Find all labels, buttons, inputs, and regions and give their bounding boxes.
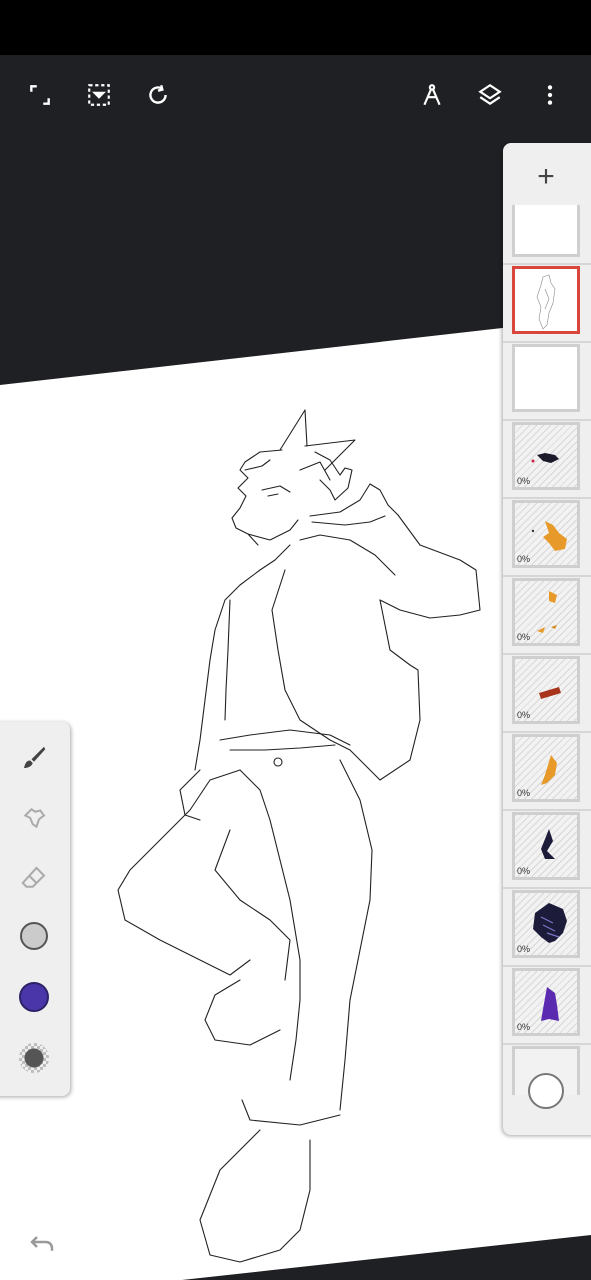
layer-divider: [503, 263, 591, 265]
undo-icon[interactable]: [24, 1224, 60, 1260]
layer-thumbnail[interactable]: [512, 205, 580, 257]
layer-thumbnail[interactable]: 0%: [512, 422, 580, 490]
layer-list[interactable]: 0% 0% 0% 0% 0% 0% 0% 0%: [503, 205, 591, 1095]
layer-divider: [503, 965, 591, 967]
layer-divider: [503, 497, 591, 499]
ruler-compass-icon[interactable]: [412, 75, 452, 115]
layer-opacity-label: 0%: [517, 710, 531, 720]
layer-options-button[interactable]: [528, 1073, 564, 1109]
layer-divider: [503, 731, 591, 733]
layer-divider: [503, 341, 591, 343]
purple-swatch-dot: [19, 982, 49, 1012]
selection-icon[interactable]: [79, 75, 119, 115]
tool-panel: [0, 722, 70, 1096]
layer-divider: [503, 575, 591, 577]
layer-thumbnail[interactable]: 0%: [512, 734, 580, 802]
layers-icon[interactable]: [470, 75, 510, 115]
layer-thumbnail[interactable]: 0%: [512, 656, 580, 724]
top-toolbar: [0, 55, 591, 140]
gray-swatch-dot: [20, 922, 48, 950]
layer-opacity-label: 0%: [517, 1022, 531, 1032]
layer-thumbnail[interactable]: 0%: [512, 578, 580, 646]
brush-icon[interactable]: [14, 738, 54, 778]
layer-divider: [503, 1043, 591, 1045]
layer-opacity-label: 0%: [517, 866, 531, 876]
layer-thumbnail[interactable]: [512, 344, 580, 412]
smudge-icon[interactable]: [14, 798, 54, 838]
layer-thumbnail[interactable]: 0%: [512, 968, 580, 1036]
opacity-swatch-dot: [19, 1043, 49, 1073]
layers-panel: + 0% 0% 0% 0% 0% 0% 0% 0%: [503, 143, 591, 1135]
opacity-swatch[interactable]: [14, 1038, 54, 1078]
secondary-color-swatch[interactable]: [14, 916, 54, 956]
layer-thumbnail[interactable]: 0%: [512, 812, 580, 880]
layer-opacity-label: 0%: [517, 944, 531, 954]
layer-divider: [503, 419, 591, 421]
layer-thumbnail[interactable]: 0%: [512, 500, 580, 568]
more-vert-icon[interactable]: [530, 75, 570, 115]
layer-opacity-label: 0%: [517, 632, 531, 642]
layer-divider: [503, 809, 591, 811]
transform-rotate-icon[interactable]: [138, 75, 178, 115]
primary-color-swatch[interactable]: [14, 977, 54, 1017]
layer-opacity-label: 0%: [517, 788, 531, 798]
layer-divider: [503, 887, 591, 889]
add-layer-button[interactable]: +: [523, 157, 569, 197]
layer-opacity-label: 0%: [517, 476, 531, 486]
layer-opacity-label: 0%: [517, 554, 531, 564]
layer-thumbnail-selected[interactable]: [512, 266, 580, 334]
layer-divider: [503, 653, 591, 655]
eraser-icon[interactable]: [14, 858, 54, 898]
layer-thumbnail[interactable]: 0%: [512, 890, 580, 958]
fullscreen-icon[interactable]: [20, 75, 60, 115]
